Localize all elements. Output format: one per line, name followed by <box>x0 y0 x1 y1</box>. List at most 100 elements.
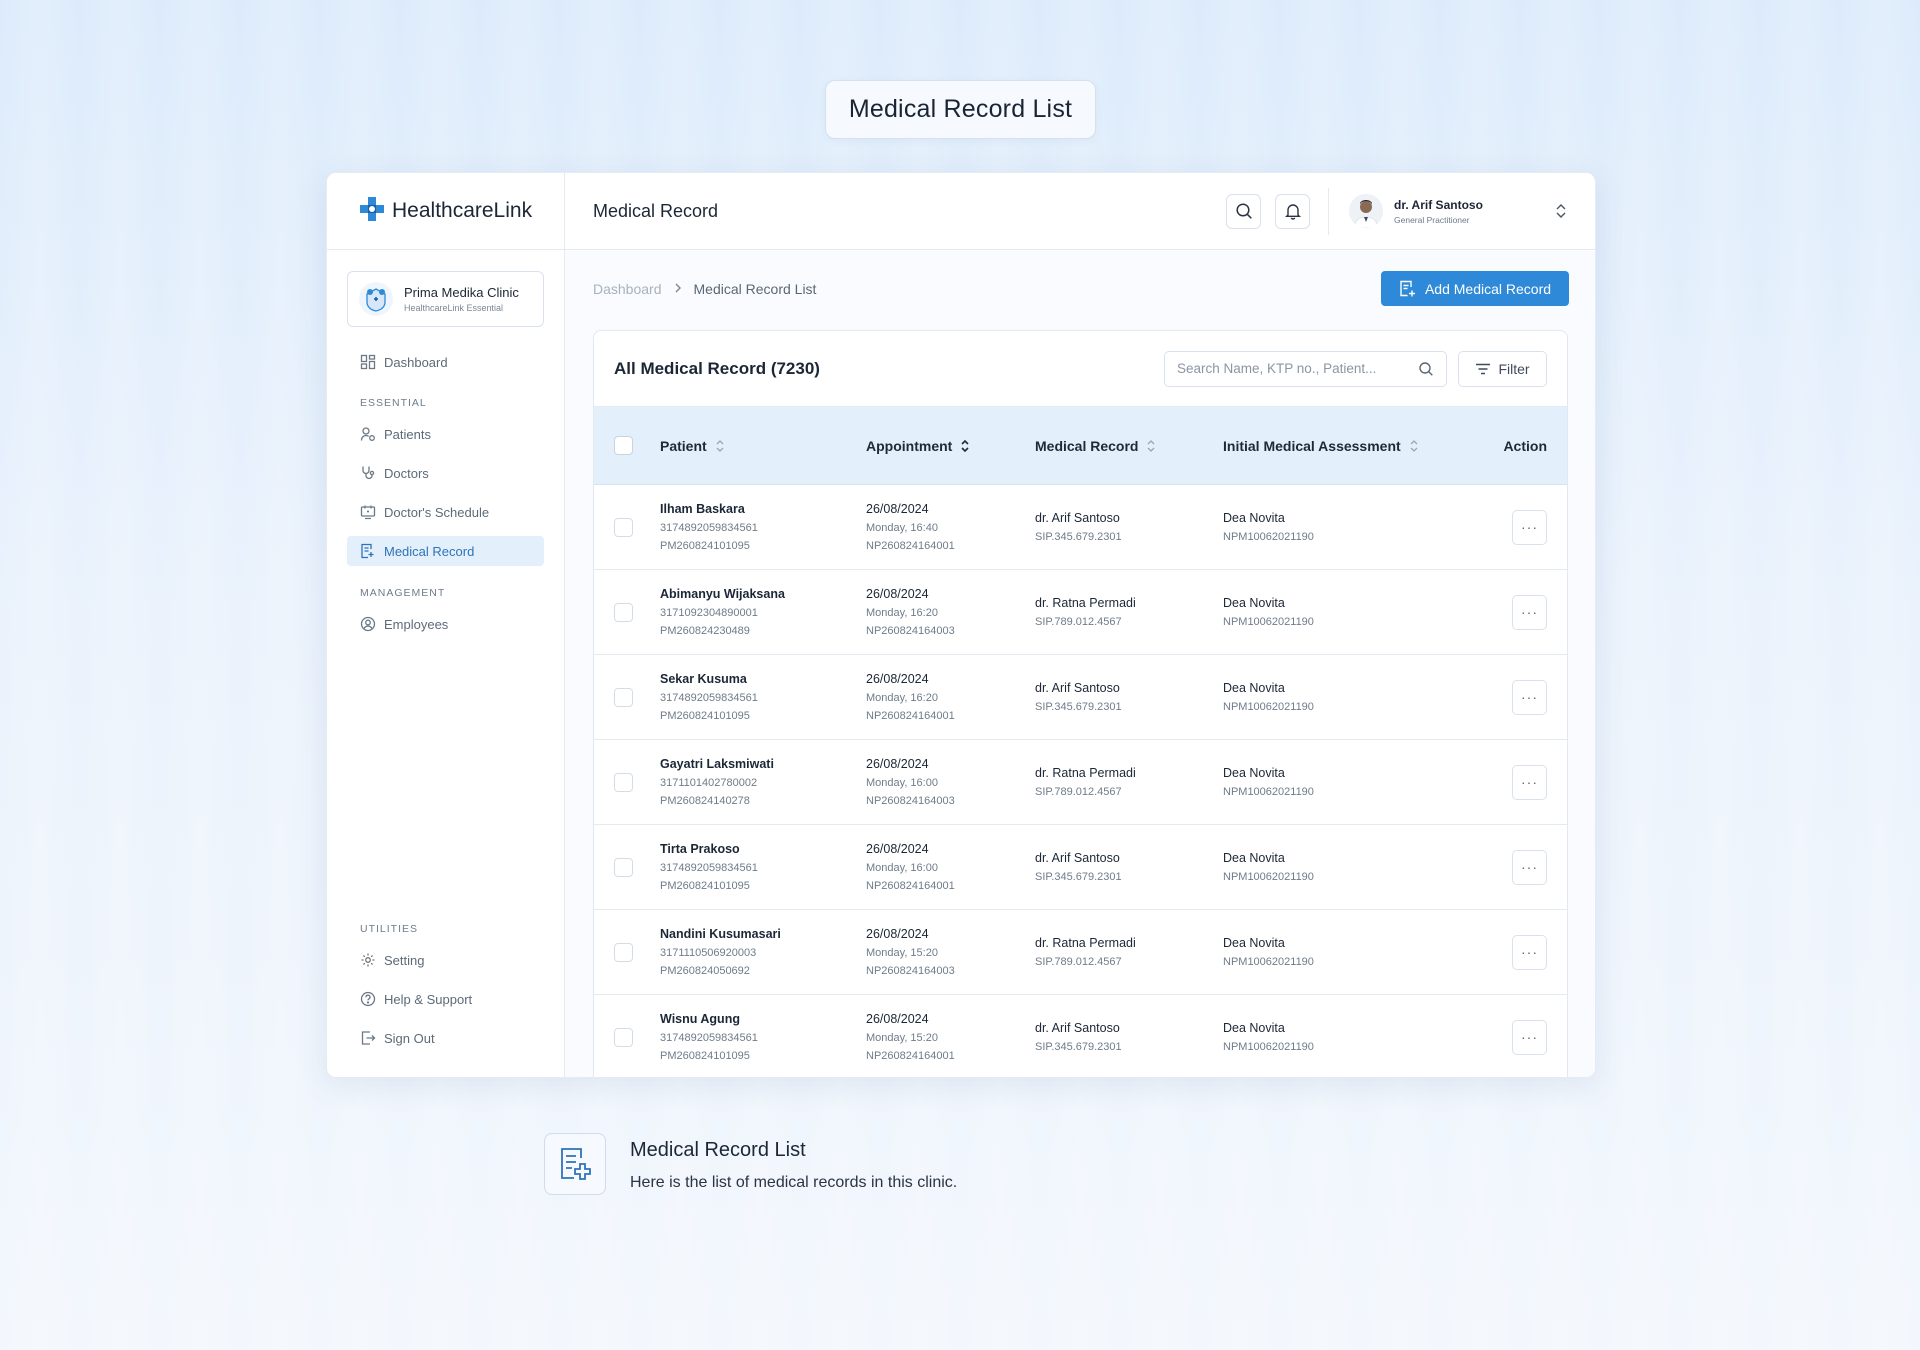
column-medical-record[interactable]: Medical Record <box>1035 438 1223 454</box>
sidebar-item-doctors[interactable]: Doctors <box>347 458 544 488</box>
select-all-checkbox[interactable] <box>614 436 633 455</box>
column-label: Patient <box>660 437 707 454</box>
row-actions-button[interactable]: ··· <box>1512 849 1547 885</box>
column-action: Action <box>1503 437 1547 454</box>
patient-cell: Wisnu Agung 3174892059834561 PM26082410109… <box>660 1012 866 1062</box>
appointment-date: 26/08/2024 <box>866 1012 929 1026</box>
hero-title: Medical Record List <box>825 80 1096 139</box>
doctor-sip: SIP.345.679.2301 <box>1035 871 1122 883</box>
sidebar-item-help[interactable]: Help & Support <box>347 984 544 1014</box>
table-row[interactable]: Sekar Kusuma 3174892059834561 PM2608241010… <box>594 655 1567 740</box>
sidebar-item-medical-record[interactable]: Medical Record <box>347 536 544 566</box>
appointment-id: NP260824164003 <box>866 965 955 977</box>
page-title: Medical Record <box>593 200 719 221</box>
schedule-icon <box>360 504 376 520</box>
appointment-cell: 26/08/2024 Monday, 15:20 NP260824164003 <box>866 927 1035 977</box>
row-checkbox[interactable] <box>614 772 633 792</box>
doctor-name: dr. Arif Santoso <box>1035 511 1120 525</box>
chevron-right-icon <box>674 281 682 297</box>
sidebar-item-patients[interactable]: Patients <box>347 419 544 449</box>
column-patient[interactable]: Patient <box>660 438 866 454</box>
patient-ktp: 3171092304890001 <box>660 607 758 619</box>
appointment-cell: 26/08/2024 Monday, 16:00 NP260824164001 <box>866 842 1035 892</box>
appointment-cell: 26/08/2024 Monday, 15:20 NP260824164001 <box>866 1012 1035 1062</box>
patient-name: Ilham Baskara <box>660 502 745 516</box>
search-button[interactable] <box>1226 193 1261 229</box>
notifications-button[interactable] <box>1275 193 1310 229</box>
clinic-name: Prima Medika Clinic <box>404 285 519 300</box>
patient-cell: Sekar Kusuma 3174892059834561 PM2608241010… <box>660 672 866 722</box>
table-row[interactable]: Gayatri Laksmiwati 3171101402780002 PM2608… <box>594 740 1567 825</box>
clinic-switcher[interactable]: Prima Medika Clinic HealthcareLink Essen… <box>347 271 544 327</box>
column-label: Initial Medical Assessment <box>1223 437 1401 454</box>
column-label: Appointment <box>866 437 953 454</box>
user-name: dr. Arif Santoso <box>1394 197 1483 212</box>
row-actions-button[interactable]: ··· <box>1512 934 1547 970</box>
assessor-name: Dea Novita <box>1223 851 1285 865</box>
sidebar-item-label: Sign Out <box>384 1030 435 1046</box>
more-options-icon: ··· <box>1521 944 1538 960</box>
appointment-date: 26/08/2024 <box>866 587 929 601</box>
sidebar-item-employees[interactable]: Employees <box>347 609 544 639</box>
brand[interactable]: HealthcareLink <box>327 173 564 250</box>
search-input[interactable]: Search Name, KTP no., Patient... <box>1164 350 1447 387</box>
column-appointment[interactable]: Appointment <box>866 438 1035 454</box>
row-checkbox[interactable] <box>614 857 633 877</box>
row-checkbox[interactable] <box>614 517 633 537</box>
add-record-icon <box>1399 280 1417 298</box>
filter-label: Filter <box>1498 360 1530 377</box>
sidebar-item-label: Help & Support <box>384 991 473 1007</box>
sidebar-item-label: Setting <box>384 952 425 968</box>
table-row[interactable]: Wisnu Agung 3174892059834561 PM26082410109… <box>594 995 1567 1077</box>
sidebar-item-doctors-schedule[interactable]: Doctor's Schedule <box>347 497 544 527</box>
table-head: Patient Appointment Medical Record Initi… <box>594 407 1567 485</box>
patient-cell: Tirta Prakoso 3174892059834561 PM260824101… <box>660 842 866 892</box>
patient-name: Nandini Kusumasari <box>660 927 781 941</box>
row-actions-button[interactable]: ··· <box>1512 679 1547 715</box>
patient-id: PM260824050692 <box>660 965 750 977</box>
row-actions-button[interactable]: ··· <box>1512 1019 1547 1055</box>
doctor-name: dr. Ratna Permadi <box>1035 936 1136 950</box>
add-medical-record-label: Add Medical Record <box>1424 280 1552 297</box>
header-divider <box>1328 187 1329 235</box>
appointment-time: Monday, 15:20 <box>866 947 938 959</box>
patient-id: PM260824101095 <box>660 710 750 722</box>
doctor-sip: SIP.345.679.2301 <box>1035 701 1122 713</box>
sidebar-item-sign-out[interactable]: Sign Out <box>347 1023 544 1053</box>
row-checkbox[interactable] <box>614 687 633 707</box>
more-options-icon: ··· <box>1521 859 1538 875</box>
table-title: All Medical Record (7230) <box>614 358 820 378</box>
doctor-sip: SIP.789.012.4567 <box>1035 616 1122 628</box>
appointment-id: NP260824164001 <box>866 1050 955 1062</box>
table-row[interactable]: Nandini Kusumasari 3171110506920003 PM2608… <box>594 910 1567 995</box>
more-options-icon: ··· <box>1521 689 1538 705</box>
stethoscope-icon <box>360 465 376 481</box>
sign-out-icon <box>360 1030 376 1046</box>
row-checkbox[interactable] <box>614 602 633 622</box>
assessor-npm: NPM10062021190 <box>1223 1041 1314 1053</box>
table-row[interactable]: Abimanyu Wijaksana 3171092304890001 PM2608… <box>594 570 1567 655</box>
row-actions-button[interactable]: ··· <box>1512 509 1547 545</box>
healthcarelink-logo-icon <box>358 195 386 228</box>
table-row[interactable]: Ilham Baskara 3174892059834561 PM260824101… <box>594 485 1567 570</box>
row-actions-button[interactable]: ··· <box>1512 764 1547 800</box>
sidebar-item-setting[interactable]: Setting <box>347 945 544 975</box>
row-checkbox[interactable] <box>614 1027 633 1047</box>
add-medical-record-button[interactable]: Add Medical Record <box>1381 271 1569 306</box>
assessor-npm: NPM10062021190 <box>1223 956 1314 968</box>
row-actions-button[interactable]: ··· <box>1512 594 1547 630</box>
help-icon <box>360 991 376 1007</box>
avatar <box>1349 194 1383 228</box>
table-row[interactable]: Tirta Prakoso 3174892059834561 PM260824101… <box>594 825 1567 910</box>
column-initial-assessment[interactable]: Initial Medical Assessment <box>1223 438 1475 454</box>
filter-button[interactable]: Filter <box>1458 350 1547 387</box>
sidebar-item-dashboard[interactable]: Dashboard <box>347 347 544 377</box>
row-checkbox[interactable] <box>614 942 633 962</box>
appointment-cell: 26/08/2024 Monday, 16:40 NP260824164001 <box>866 502 1035 552</box>
medical-record-cell: dr. Ratna Permadi SIP.789.012.4567 <box>1035 936 1223 968</box>
sidebar-item-label: Dashboard <box>384 354 448 370</box>
appointment-id: NP260824164003 <box>866 625 955 637</box>
breadcrumb-dashboard[interactable]: Dashboard <box>593 281 662 297</box>
user-menu[interactable]: dr. Arif Santoso General Practitioner <box>1349 194 1595 228</box>
patient-cell: Abimanyu Wijaksana 3171092304890001 PM2608… <box>660 587 866 637</box>
